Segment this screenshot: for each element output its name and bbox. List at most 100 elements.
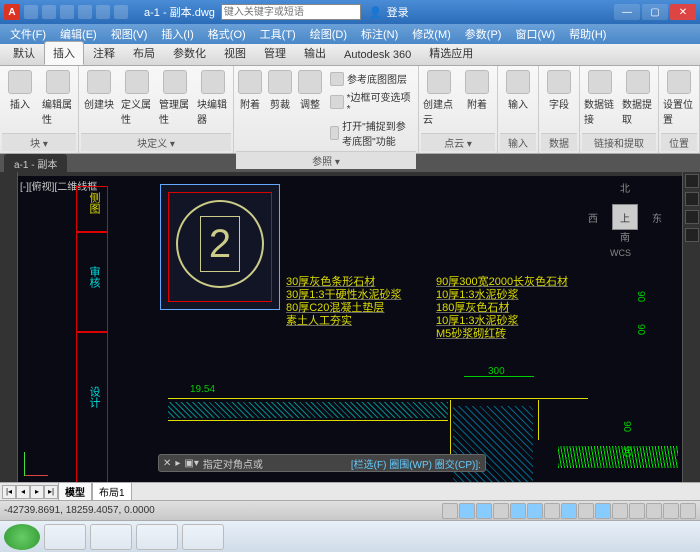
set-location-button[interactable]: 设置位置 — [661, 68, 697, 128]
menu-window[interactable]: 窗口(W) — [509, 24, 561, 44]
tab-insert[interactable]: 插入 — [44, 41, 84, 65]
tab-output[interactable]: 输出 — [295, 41, 335, 65]
qat-new-icon[interactable] — [24, 5, 38, 19]
tab-annotate[interactable]: 注释 — [84, 41, 124, 65]
toggle-ortho[interactable] — [493, 503, 509, 519]
qat-undo-icon[interactable] — [78, 5, 92, 19]
nav-compass-icon[interactable] — [685, 174, 699, 188]
nav-pan-icon[interactable] — [685, 192, 699, 206]
panel-reference-label[interactable]: 参照 ▾ — [236, 151, 416, 169]
manage-attrib-button[interactable]: 管理属性 — [157, 68, 193, 128]
snap-underlay-button[interactable]: 打开"捕捉到参考底图"功能 — [328, 117, 414, 149]
scroll-next-icon[interactable]: ▸ — [30, 485, 44, 499]
app-logo-icon[interactable]: A — [4, 4, 20, 20]
underlay-layers-button[interactable]: 参考底图图层 — [328, 70, 414, 87]
attach-button[interactable]: 附着 — [236, 68, 264, 113]
qat-save-icon[interactable] — [60, 5, 74, 19]
viewcube-west[interactable]: 西 — [588, 210, 598, 225]
cmd-options[interactable]: [栏选(F) 圈围(WP) 圈交(CP)]: — [351, 456, 481, 471]
viewcube-north[interactable]: 北 — [620, 180, 630, 195]
dataextract-button[interactable]: 数据提取 — [620, 68, 656, 128]
clip-button[interactable]: 剪裁 — [266, 68, 294, 113]
toggle-ducs[interactable] — [578, 503, 594, 519]
material-notes-left: 30厚灰色条形石材 30厚1:3干硬性水泥砂浆 80厚C20混凝土垫层 素土人工… — [286, 276, 402, 328]
edit-attrib-button[interactable]: 编辑属性 — [40, 68, 76, 128]
sign-in-button[interactable]: 👤 登录 — [369, 4, 409, 20]
nav-orbit-icon[interactable] — [685, 228, 699, 242]
coordinates-readout[interactable]: -42739.8691, 18259.4057, 0.0000 — [4, 505, 155, 516]
adjust-button[interactable]: 调整 — [296, 68, 324, 113]
qat-open-icon[interactable] — [42, 5, 56, 19]
tab-parametric[interactable]: 参数化 — [164, 41, 215, 65]
toggle-polar[interactable] — [510, 503, 526, 519]
create-block-button[interactable]: 创建块 — [81, 68, 117, 113]
taskbar-app-icon[interactable] — [182, 524, 224, 550]
document-tab[interactable]: a-1 - 副本 — [4, 154, 67, 173]
toggle-grid[interactable] — [476, 503, 492, 519]
viewcube[interactable]: 北 南 东 西 上 WCS — [590, 182, 660, 252]
menu-help[interactable]: 帮助(H) — [563, 24, 612, 44]
viewcube-wcs[interactable]: WCS — [610, 248, 631, 258]
datalink-button[interactable]: 数据链接 — [582, 68, 618, 128]
toggle-tpy[interactable] — [629, 503, 645, 519]
define-attrib-button[interactable]: 定义属性 — [119, 68, 155, 128]
taskbar-app-icon[interactable] — [44, 524, 86, 550]
drawing-area[interactable]: [-][俯视][二维线框 侧图 审核 设计 2 30厚灰色条形石材 30厚1:3… — [18, 176, 682, 482]
panel-location-label[interactable]: 位置 — [661, 133, 697, 151]
tab-default[interactable]: 默认 — [4, 41, 44, 65]
minimize-button[interactable]: — — [614, 4, 640, 20]
layout-tab-layout1[interactable]: 布局1 — [92, 482, 132, 501]
toggle-otrack[interactable] — [561, 503, 577, 519]
qat-redo-icon[interactable] — [96, 5, 110, 19]
panel-linking-label[interactable]: 链接和提取 — [582, 133, 656, 151]
toggle-model[interactable] — [680, 503, 696, 519]
toggle-3dosnap[interactable] — [544, 503, 560, 519]
taskbar-app-icon[interactable] — [136, 524, 178, 550]
cmd-chevron-icon[interactable]: ▸ — [175, 458, 180, 469]
tab-view[interactable]: 视图 — [215, 41, 255, 65]
insert-block-button[interactable]: 插入 — [2, 68, 38, 113]
viewcube-east[interactable]: 东 — [652, 210, 662, 225]
qat-print-icon[interactable] — [114, 5, 128, 19]
layout-tab-model[interactable]: 模型 — [58, 482, 92, 501]
menu-dimension[interactable]: 标注(N) — [355, 24, 404, 44]
taskbar-app-icon[interactable] — [90, 524, 132, 550]
command-line[interactable]: ✕ ▸ ▣▾ 指定对角点或 [栏选(F) 圈围(WP) 圈交(CP)]: — [158, 454, 486, 472]
panel-block-label[interactable]: 块 ▾ — [2, 133, 76, 151]
cmd-input[interactable] — [267, 458, 347, 469]
toggle-infer[interactable] — [442, 503, 458, 519]
frames-vary-button[interactable]: *边框可变选项* — [328, 88, 414, 116]
tab-layout[interactable]: 布局 — [124, 41, 164, 65]
import-button[interactable]: 输入 — [500, 68, 536, 113]
field-button[interactable]: 字段 — [541, 68, 577, 113]
close-button[interactable]: ✕ — [670, 4, 696, 20]
nav-zoom-icon[interactable] — [685, 210, 699, 224]
create-pointcloud-button[interactable]: 创建点云 — [421, 68, 457, 128]
toggle-snap[interactable] — [459, 503, 475, 519]
viewcube-face[interactable]: 上 — [612, 204, 638, 230]
toggle-osnap[interactable] — [527, 503, 543, 519]
panel-import-label[interactable]: 输入 — [500, 133, 536, 151]
viewcube-south[interactable]: 南 — [620, 229, 630, 244]
tab-featured[interactable]: 精选应用 — [420, 41, 482, 65]
toggle-qp[interactable] — [646, 503, 662, 519]
panel-data-label[interactable]: 数据 — [541, 133, 577, 151]
tab-manage[interactable]: 管理 — [255, 41, 295, 65]
toggle-lwt[interactable] — [612, 503, 628, 519]
ucs-icon[interactable] — [24, 446, 54, 476]
help-search-input[interactable] — [221, 4, 361, 20]
scroll-last-icon[interactable]: ▸| — [44, 485, 58, 499]
start-button[interactable] — [4, 524, 40, 550]
scroll-prev-icon[interactable]: ◂ — [16, 485, 30, 499]
scroll-first-icon[interactable]: |◂ — [2, 485, 16, 499]
panel-pointcloud-label[interactable]: 点云 ▾ — [421, 133, 495, 151]
cmd-close-icon[interactable]: ✕ — [163, 458, 171, 469]
tab-a360[interactable]: Autodesk 360 — [335, 45, 420, 65]
drawing-canvas[interactable]: [-][俯视][二维线框 侧图 审核 设计 2 30厚灰色条形石材 30厚1:3… — [0, 172, 700, 482]
block-editor-button[interactable]: 块编辑器 — [195, 68, 231, 128]
panel-blockdef-label[interactable]: 块定义 ▾ — [81, 133, 231, 151]
maximize-button[interactable]: ▢ — [642, 4, 668, 20]
toggle-sc[interactable] — [663, 503, 679, 519]
toggle-dyn[interactable] — [595, 503, 611, 519]
attach-pointcloud-button[interactable]: 附着 — [459, 68, 495, 113]
